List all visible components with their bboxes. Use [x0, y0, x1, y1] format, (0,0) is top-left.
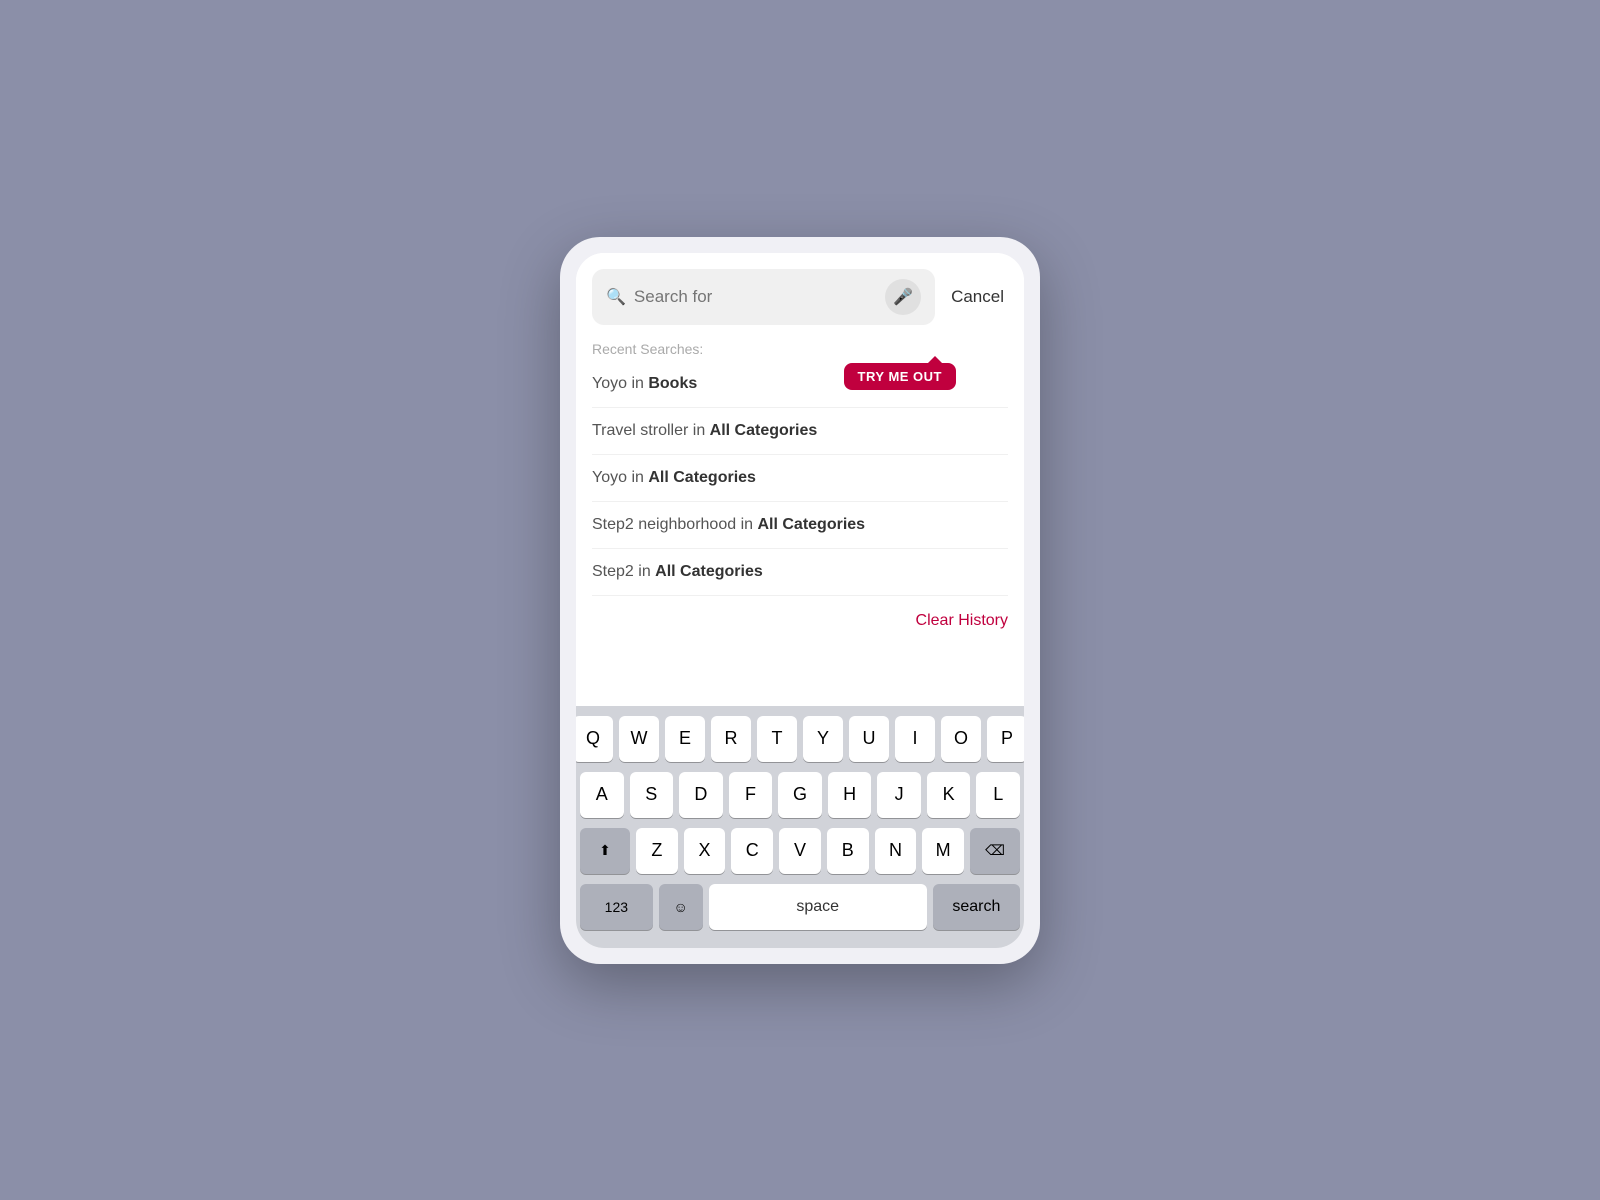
search-query-bold: All Categories: [710, 422, 818, 439]
key-w[interactable]: W: [619, 716, 659, 762]
key-d[interactable]: D: [679, 772, 723, 818]
key-i[interactable]: I: [895, 716, 935, 762]
list-item[interactable]: Yoyo in All Categories: [592, 455, 1008, 502]
search-bar-area: 🔍 🎤 Cancel: [576, 253, 1024, 325]
key-q[interactable]: Q: [576, 716, 613, 762]
mic-icon: 🎤: [893, 287, 913, 307]
clear-history-row: Clear History: [592, 596, 1008, 646]
search-key[interactable]: search: [933, 884, 1020, 930]
key-e[interactable]: E: [665, 716, 705, 762]
key-h[interactable]: H: [828, 772, 872, 818]
key-t[interactable]: T: [757, 716, 797, 762]
shift-key[interactable]: ⬆: [580, 828, 630, 874]
search-query-bold: All Categories: [648, 469, 756, 486]
key-m[interactable]: M: [922, 828, 964, 874]
key-v[interactable]: V: [779, 828, 821, 874]
keyboard-row-1: Q W E R T Y U I O P: [580, 716, 1020, 762]
keyboard-row-3: ⬆ Z X C V B N M ⌫: [580, 828, 1020, 874]
content-spacer: [576, 646, 1024, 706]
search-query-normal: Step2 in: [592, 563, 655, 580]
try-me-bubble[interactable]: TRY ME OUT: [844, 363, 956, 390]
search-input-wrapper: 🔍 🎤: [592, 269, 935, 325]
cancel-button[interactable]: Cancel: [947, 283, 1008, 311]
key-f[interactable]: F: [729, 772, 773, 818]
key-b[interactable]: B: [827, 828, 869, 874]
backspace-key[interactable]: ⌫: [970, 828, 1020, 874]
search-query-normal: Yoyo in: [592, 375, 648, 392]
search-icon: 🔍: [606, 287, 626, 307]
phone-screen: 🔍 🎤 Cancel TRY ME OUT Recent Searches: Y…: [576, 253, 1024, 948]
numbers-key[interactable]: 123: [580, 884, 653, 930]
key-k[interactable]: K: [927, 772, 971, 818]
list-item[interactable]: Travel stroller in All Categories: [592, 408, 1008, 455]
search-query-normal: Travel stroller in: [592, 422, 710, 439]
key-x[interactable]: X: [684, 828, 726, 874]
key-l[interactable]: L: [976, 772, 1020, 818]
emoji-key[interactable]: ☺: [659, 884, 703, 930]
keyboard-row-2: A S D F G H J K L: [580, 772, 1020, 818]
space-key[interactable]: space: [709, 884, 927, 930]
key-p[interactable]: P: [987, 716, 1024, 762]
key-g[interactable]: G: [778, 772, 822, 818]
search-query-bold: All Categories: [757, 516, 865, 533]
clear-history-button[interactable]: Clear History: [916, 612, 1008, 630]
key-n[interactable]: N: [875, 828, 917, 874]
search-query-normal: Step2 neighborhood in: [592, 516, 757, 533]
search-input[interactable]: [634, 287, 877, 307]
key-r[interactable]: R: [711, 716, 751, 762]
key-o[interactable]: O: [941, 716, 981, 762]
search-query-bold: All Categories: [655, 563, 763, 580]
key-y[interactable]: Y: [803, 716, 843, 762]
recent-searches-label: Recent Searches:: [592, 341, 1008, 357]
key-z[interactable]: Z: [636, 828, 678, 874]
key-u[interactable]: U: [849, 716, 889, 762]
mic-button[interactable]: 🎤: [885, 279, 921, 315]
search-query-normal: Yoyo in: [592, 469, 648, 486]
phone-frame: 🔍 🎤 Cancel TRY ME OUT Recent Searches: Y…: [560, 237, 1040, 964]
recent-searches-section: Recent Searches: Yoyo in Books Travel st…: [576, 325, 1024, 646]
key-s[interactable]: S: [630, 772, 674, 818]
search-query-bold: Books: [648, 375, 697, 392]
key-j[interactable]: J: [877, 772, 921, 818]
keyboard-bottom-row: 123 ☺ space search: [580, 884, 1020, 930]
key-a[interactable]: A: [580, 772, 624, 818]
list-item[interactable]: Step2 in All Categories: [592, 549, 1008, 596]
keyboard: Q W E R T Y U I O P A S D F G H J K: [576, 706, 1024, 948]
key-c[interactable]: C: [731, 828, 773, 874]
list-item[interactable]: Step2 neighborhood in All Categories: [592, 502, 1008, 549]
